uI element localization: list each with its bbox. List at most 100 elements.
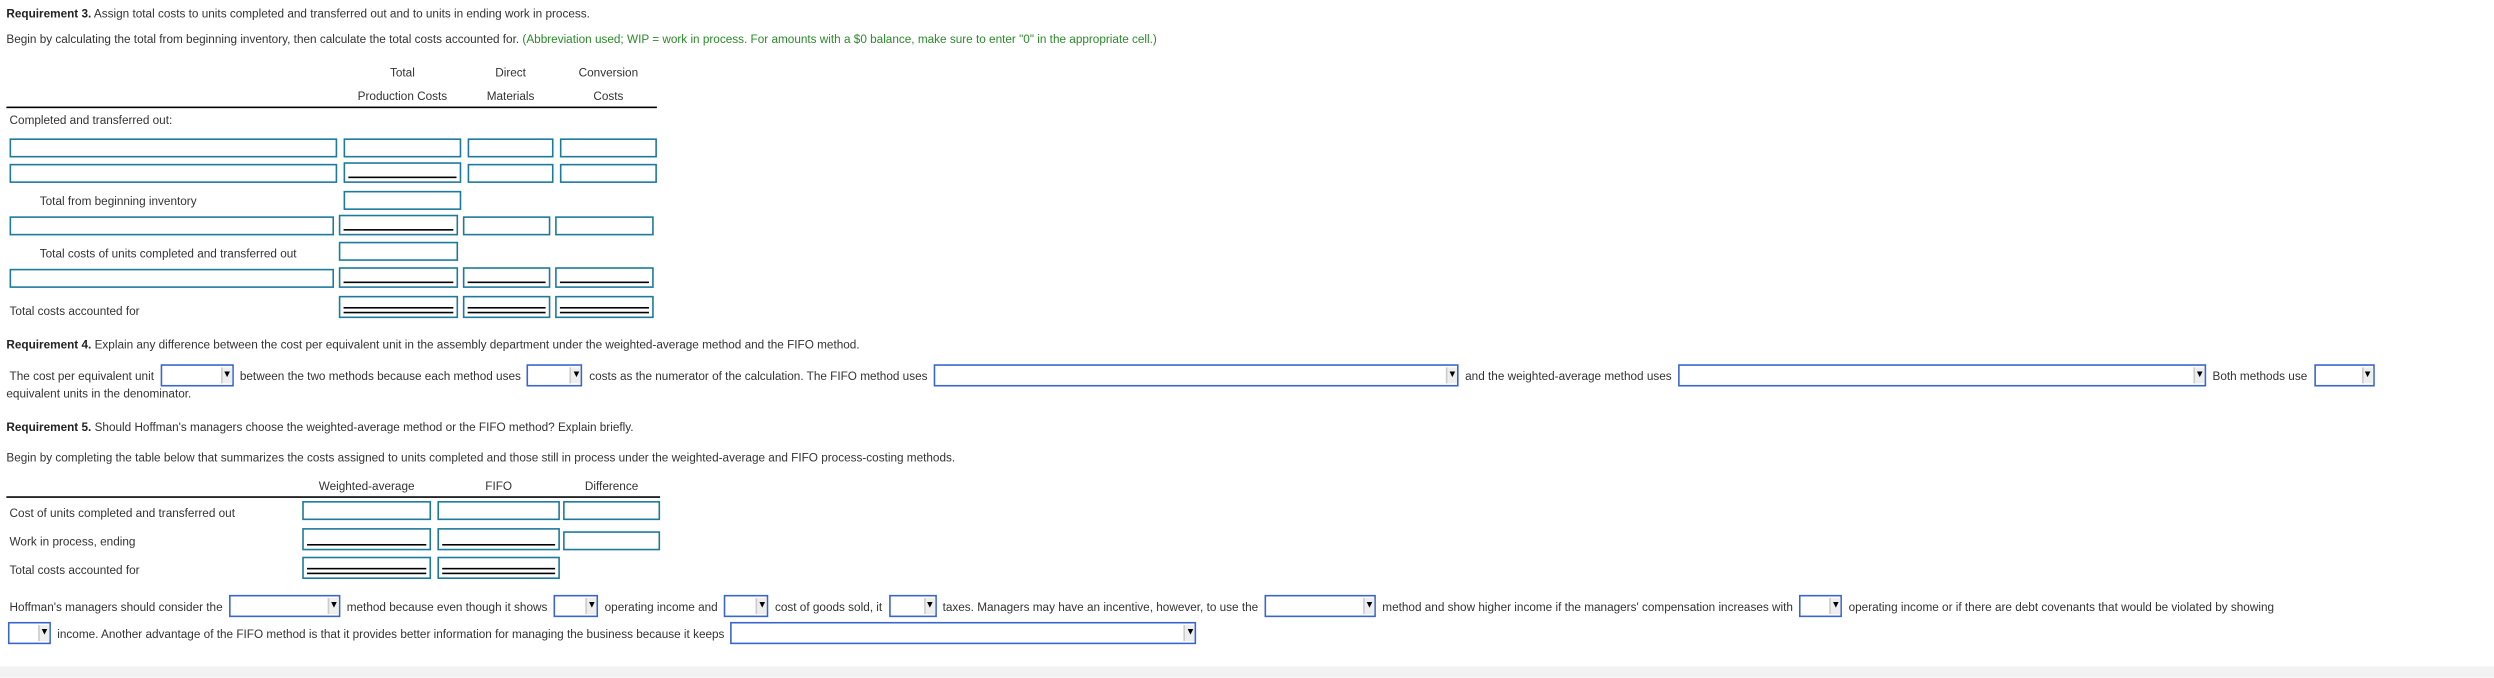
total-beg-inv-input[interactable] xyxy=(343,190,462,210)
row-label-cost-completed: Cost of units completed and transferred … xyxy=(9,505,235,521)
operating-income-dropdown[interactable]: ▼ xyxy=(553,594,599,618)
row2-dm-input[interactable] xyxy=(467,163,554,183)
req3-instruction: Begin by calculating the total from begi… xyxy=(6,31,520,47)
triangle-down-icon: ▼ xyxy=(2193,367,2205,384)
req3-note: (Abbreviation used; WIP = work in proces… xyxy=(522,31,1157,47)
triangle-down-icon: ▼ xyxy=(923,598,935,614)
header-total-2: Production Costs xyxy=(357,89,448,104)
header-cc-2: Costs xyxy=(593,89,624,104)
fifo-advantage-dropdown[interactable]: ▼ xyxy=(730,621,1197,645)
req4-t6: equivalent units in the denominator. xyxy=(6,386,192,401)
fifo-wip-input[interactable] xyxy=(437,528,560,551)
weighted-average-uses-dropdown[interactable]: ▼ xyxy=(1678,364,2207,387)
triangle-down-icon: ▼ xyxy=(327,598,339,614)
fifo-total-input[interactable] xyxy=(437,556,560,579)
consider-method-dropdown[interactable]: ▼ xyxy=(229,594,341,618)
total-accounted-cc-input[interactable] xyxy=(555,295,654,319)
req4-t5: Both methods use xyxy=(2212,368,2308,383)
both-methods-dropdown[interactable]: ▼ xyxy=(2313,364,2375,387)
row4-dm-input[interactable] xyxy=(462,216,551,236)
req4-text: Explain any difference between the cost … xyxy=(91,337,860,352)
problem-page: Requirement 3. Assign total costs to uni… xyxy=(0,0,2494,678)
page-footer-bar xyxy=(0,666,2494,678)
row4-total-input[interactable] xyxy=(338,214,459,236)
compensation-income-dropdown[interactable]: ▼ xyxy=(1799,594,1843,618)
triangle-down-icon: ▼ xyxy=(1363,598,1375,614)
row2-label-input[interactable] xyxy=(9,163,338,183)
fifo-uses-dropdown[interactable]: ▼ xyxy=(933,364,1459,387)
cost-difference-dropdown[interactable]: ▼ xyxy=(160,364,234,387)
req5-t2: method because even though it shows xyxy=(346,598,548,614)
header-difference: Difference xyxy=(584,478,639,494)
header-total-1: Total xyxy=(389,65,415,80)
req5-t3: operating income and xyxy=(604,598,718,614)
req3-instruction-line: Begin by calculating the total from begi… xyxy=(6,32,1157,46)
row6-label-input[interactable] xyxy=(9,268,335,288)
req5-t6: method and show higher income if the man… xyxy=(1382,598,1793,614)
taxes-dropdown[interactable]: ▼ xyxy=(888,594,937,618)
wa-cost-completed-input[interactable] xyxy=(302,501,432,521)
label-total-completed: Total costs of units completed and trans… xyxy=(39,246,297,261)
row1-total-input[interactable] xyxy=(343,138,462,158)
triangle-down-icon: ▼ xyxy=(1446,367,1458,384)
diff-wip-input[interactable] xyxy=(563,531,661,551)
req3-heading: Requirement 3. Assign total costs to uni… xyxy=(6,6,590,20)
row4-label-input[interactable] xyxy=(9,216,335,236)
header-fifo: FIFO xyxy=(485,478,513,494)
row-label-total-accounted: Total costs accounted for xyxy=(9,563,140,578)
req4-label: Requirement 4. xyxy=(6,337,92,352)
wa-total-input[interactable] xyxy=(302,556,432,579)
label-total-beg-inv: Total from beginning inventory xyxy=(39,194,197,209)
fifo-cost-completed-input[interactable] xyxy=(437,501,560,521)
total-accounted-total-input[interactable] xyxy=(338,295,459,319)
req5-heading: Requirement 5. Should Hoffman's managers… xyxy=(6,420,633,434)
req5-t4: cost of goods sold, it xyxy=(774,598,883,614)
req5-header-rule xyxy=(6,496,661,498)
req4-t2: between the two methods because each met… xyxy=(239,368,521,383)
row-label-wip-ending: Work in process, ending xyxy=(9,534,136,549)
req4-t4: and the weighted-average method uses xyxy=(1465,368,1672,383)
req4-sentence: The cost per equivalent unit ▼ between t… xyxy=(6,364,2377,387)
req5-sentence-line1: Hoffman's managers should consider the ▼… xyxy=(6,594,2277,618)
row6-cc-input[interactable] xyxy=(555,267,654,288)
total-accounted-dm-input[interactable] xyxy=(462,295,551,319)
numerator-costs-dropdown[interactable]: ▼ xyxy=(527,364,583,387)
row2-total-input[interactable] xyxy=(343,162,462,183)
triangle-down-icon: ▼ xyxy=(570,367,582,384)
req5-instruction: Begin by completing the table below that… xyxy=(6,450,956,465)
req5-text: Should Hoffman's managers choose the wei… xyxy=(91,419,634,435)
cogs-dropdown[interactable]: ▼ xyxy=(724,594,769,618)
triangle-down-icon: ▼ xyxy=(585,598,597,614)
req5-label: Requirement 5. xyxy=(6,419,92,435)
row2-cc-input[interactable] xyxy=(559,163,657,183)
triangle-down-icon: ▼ xyxy=(755,598,768,614)
triangle-down-icon: ▼ xyxy=(220,367,232,384)
triangle-down-icon: ▼ xyxy=(2361,367,2373,384)
req5-t8: income. Another advantage of the FIFO me… xyxy=(57,625,725,641)
triangle-down-icon: ▼ xyxy=(1829,598,1841,614)
req3-label: Requirement 3. xyxy=(6,6,92,21)
header-rule xyxy=(6,106,657,109)
req4-heading: Requirement 4. Explain any difference be… xyxy=(6,337,859,351)
showing-income-dropdown[interactable]: ▼ xyxy=(7,621,51,645)
incentive-method-dropdown[interactable]: ▼ xyxy=(1264,594,1376,618)
req5-t5: taxes. Managers may have an incentive, h… xyxy=(942,598,1259,614)
total-completed-input[interactable] xyxy=(338,241,459,261)
req3-text: Assign total costs to units completed an… xyxy=(91,6,590,21)
row1-label-input[interactable] xyxy=(9,138,338,158)
diff-cost-completed-input[interactable] xyxy=(563,501,661,521)
row1-dm-input[interactable] xyxy=(467,138,554,158)
row6-total-input[interactable] xyxy=(338,267,459,288)
row1-cc-input[interactable] xyxy=(559,138,657,158)
row6-dm-input[interactable] xyxy=(462,267,551,288)
wa-wip-input[interactable] xyxy=(302,528,432,551)
row4-cc-input[interactable] xyxy=(555,216,654,236)
header-weighted-average: Weighted-average xyxy=(318,478,415,494)
req4-t3: costs as the numerator of the calculatio… xyxy=(589,368,928,383)
header-cc-1: Conversion xyxy=(578,65,639,80)
req4-t1: The cost per equivalent unit xyxy=(9,368,154,383)
req5-sentence-line2: ▼ income. Another advantage of the FIFO … xyxy=(6,621,1200,645)
triangle-down-icon: ▼ xyxy=(1184,625,1196,642)
header-dm-1: Direct xyxy=(495,65,526,80)
req5-t7: operating income or if there are debt co… xyxy=(1848,598,2275,614)
